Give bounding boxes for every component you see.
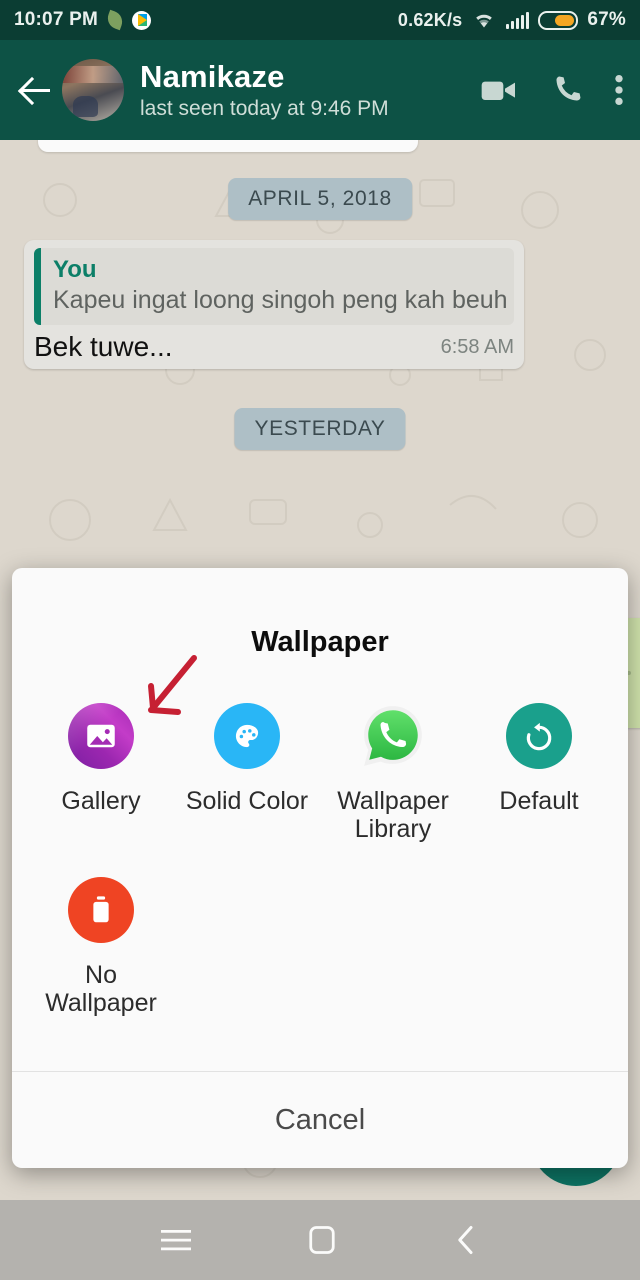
home-icon[interactable] <box>307 1225 337 1255</box>
wallpaper-option-library[interactable]: Wallpaper Library <box>320 703 466 843</box>
back-icon[interactable] <box>453 1225 479 1255</box>
wallpaper-option-label: Solid Color <box>185 787 309 815</box>
cancel-button[interactable]: Cancel <box>12 1072 628 1168</box>
wallpaper-option-solid-color[interactable]: Solid Color <box>174 703 320 843</box>
gallery-icon <box>68 703 134 769</box>
system-navigation-bar <box>0 1200 640 1280</box>
wallpaper-option-default[interactable]: Default <box>466 703 612 843</box>
wallpaper-dialog: Wallpaper Gallery Solid Color Wallpaper … <box>12 568 628 1168</box>
trash-icon <box>68 877 134 943</box>
wallpaper-option-label: No Wallpaper <box>45 961 157 1017</box>
menu-icon[interactable] <box>161 1228 191 1252</box>
wallpaper-option-label: Wallpaper Library <box>337 787 449 843</box>
dialog-title: Wallpaper <box>251 626 389 658</box>
wallpaper-option-gallery[interactable]: Gallery <box>28 703 174 843</box>
wallpaper-option-none[interactable]: No Wallpaper <box>28 877 174 1017</box>
wallpaper-options-grid: Gallery Solid Color Wallpaper Library De… <box>12 659 628 1017</box>
wallpaper-option-label: Default <box>499 787 579 815</box>
restore-icon <box>506 703 572 769</box>
palette-icon <box>214 703 280 769</box>
wallpaper-option-label: Gallery <box>61 787 141 815</box>
whatsapp-logo-icon <box>360 703 426 769</box>
